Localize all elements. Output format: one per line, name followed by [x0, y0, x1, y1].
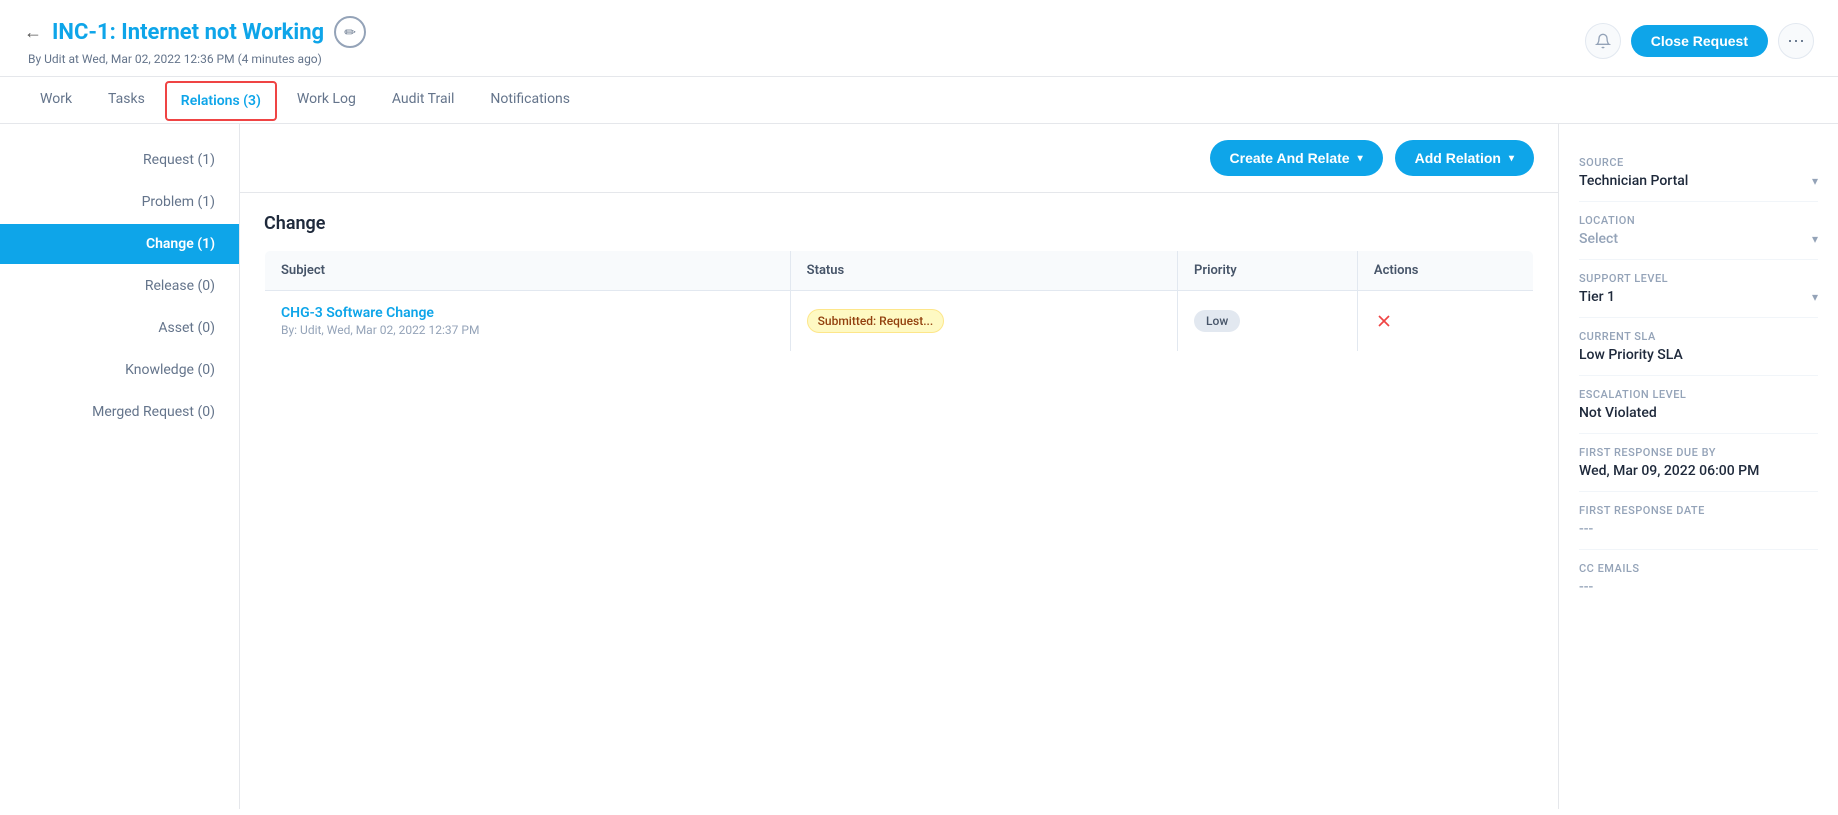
- field-current-sla: Current SLA Low Priority SLA: [1579, 318, 1818, 376]
- field-cc-emails-label: Cc Emails: [1579, 562, 1818, 575]
- tab-tasks[interactable]: Tasks: [92, 77, 161, 124]
- header-right: Close Request ⋯: [1585, 23, 1814, 59]
- close-request-button[interactable]: Close Request: [1631, 25, 1768, 57]
- field-first-response-date: First Response Date ---: [1579, 492, 1818, 550]
- tab-worklog[interactable]: Work Log: [281, 77, 372, 124]
- cell-actions: [1357, 291, 1533, 352]
- edit-icon: ✏: [344, 24, 356, 41]
- relation-type-change[interactable]: Change (1): [0, 224, 239, 264]
- subject-link[interactable]: CHG-3 Software Change: [281, 305, 774, 321]
- cell-subject: CHG-3 Software Change By: Udit, Wed, Mar…: [265, 291, 791, 352]
- field-escalation-level-value: Not Violated: [1579, 405, 1818, 421]
- field-source-select[interactable]: Technician Portal ▾: [1579, 173, 1818, 189]
- field-location-select[interactable]: Select ▾: [1579, 231, 1818, 247]
- field-source: Source Technician Portal ▾: [1579, 144, 1818, 202]
- status-badge: Submitted: Request...: [807, 309, 945, 333]
- create-and-relate-chevron-icon: ▾: [1358, 153, 1363, 164]
- edit-button[interactable]: ✏: [334, 16, 366, 48]
- field-support-level: Support Level Tier 1 ▾: [1579, 260, 1818, 318]
- source-chevron-icon: ▾: [1812, 174, 1818, 188]
- tabs-bar: Work Tasks Relations (3) Work Log Audit …: [0, 77, 1838, 124]
- support-level-chevron-icon: ▾: [1812, 290, 1818, 304]
- field-first-response-due: First Response Due By Wed, Mar 09, 2022 …: [1579, 434, 1818, 492]
- field-support-level-value: Tier 1: [1579, 289, 1615, 305]
- field-support-level-label: Support Level: [1579, 272, 1818, 285]
- unlink-button[interactable]: [1374, 311, 1394, 331]
- tab-notifications[interactable]: Notifications: [474, 77, 586, 124]
- col-priority: Priority: [1178, 251, 1358, 291]
- relation-type-problem[interactable]: Problem (1): [0, 182, 239, 222]
- relations-table: Subject Status Priority Actions CHG-3 So…: [264, 250, 1534, 352]
- table-row: CHG-3 Software Change By: Udit, Wed, Mar…: [265, 291, 1534, 352]
- field-location-label: Location: [1579, 214, 1818, 227]
- field-first-response-due-label: First Response Due By: [1579, 446, 1818, 459]
- add-relation-chevron-icon: ▾: [1509, 153, 1514, 164]
- section-title: Change: [264, 213, 1534, 234]
- subject-meta: By: Udit, Wed, Mar 02, 2022 12:37 PM: [281, 323, 774, 337]
- priority-badge: Low: [1194, 310, 1240, 332]
- add-relation-label: Add Relation: [1415, 150, 1501, 166]
- field-cc-emails-value: ---: [1579, 579, 1818, 595]
- col-subject: Subject: [265, 251, 791, 291]
- main-layout: Request (1) Problem (1) Change (1) Relea…: [0, 124, 1838, 809]
- relation-type-asset[interactable]: Asset (0): [0, 308, 239, 348]
- col-actions: Actions: [1357, 251, 1533, 291]
- add-relation-button[interactable]: Add Relation ▾: [1395, 140, 1534, 176]
- field-location-value: Select: [1579, 231, 1618, 247]
- col-status: Status: [790, 251, 1177, 291]
- field-support-level-select[interactable]: Tier 1 ▾: [1579, 289, 1818, 305]
- field-current-sla-label: Current SLA: [1579, 330, 1818, 343]
- cell-status: Submitted: Request...: [790, 291, 1177, 352]
- header-left: ← INC-1: Internet not Working ✏ By Udit …: [24, 16, 366, 66]
- unlink-icon: [1374, 311, 1394, 331]
- create-and-relate-label: Create And Relate: [1230, 150, 1350, 166]
- content-area: Create And Relate ▾ Add Relation ▾ Chang…: [240, 124, 1558, 809]
- back-button[interactable]: ←: [24, 22, 42, 43]
- content-toolbar: Create And Relate ▾ Add Relation ▾: [240, 124, 1558, 193]
- create-and-relate-button[interactable]: Create And Relate ▾: [1210, 140, 1383, 176]
- relation-type-release[interactable]: Release (0): [0, 266, 239, 306]
- relations-section: Change Subject Status Priority Actions C…: [240, 193, 1558, 372]
- tab-work[interactable]: Work: [24, 77, 88, 124]
- notification-button[interactable]: [1585, 23, 1621, 59]
- tab-audit[interactable]: Audit Trail: [376, 77, 471, 124]
- field-location: Location Select ▾: [1579, 202, 1818, 260]
- header: ← INC-1: Internet not Working ✏ By Udit …: [0, 0, 1838, 77]
- header-title: ← INC-1: Internet not Working ✏: [24, 16, 366, 48]
- field-source-label: Source: [1579, 156, 1818, 169]
- field-first-response-due-value: Wed, Mar 09, 2022 06:00 PM: [1579, 463, 1818, 479]
- relation-type-request[interactable]: Request (1): [0, 140, 239, 180]
- bell-icon: [1595, 33, 1611, 49]
- relation-sidebar: Request (1) Problem (1) Change (1) Relea…: [0, 124, 240, 809]
- field-escalation-level: Escalation Level Not Violated: [1579, 376, 1818, 434]
- relation-type-knowledge[interactable]: Knowledge (0): [0, 350, 239, 390]
- tab-relations[interactable]: Relations (3): [165, 81, 277, 121]
- header-meta: By Udit at Wed, Mar 02, 2022 12:36 PM (4…: [28, 52, 366, 66]
- field-first-response-date-label: First Response Date: [1579, 504, 1818, 517]
- field-first-response-date-value: ---: [1579, 521, 1818, 537]
- right-panel: Source Technician Portal ▾ Location Sele…: [1558, 124, 1838, 809]
- more-options-button[interactable]: ⋯: [1778, 23, 1814, 59]
- location-chevron-icon: ▾: [1812, 232, 1818, 246]
- more-icon: ⋯: [1787, 31, 1805, 52]
- field-escalation-level-label: Escalation Level: [1579, 388, 1818, 401]
- relation-type-merged[interactable]: Merged Request (0): [0, 392, 239, 432]
- field-source-value: Technician Portal: [1579, 173, 1688, 189]
- page-title: INC-1: Internet not Working: [52, 20, 324, 45]
- field-cc-emails: Cc Emails ---: [1579, 550, 1818, 607]
- field-current-sla-value: Low Priority SLA: [1579, 347, 1818, 363]
- cell-priority: Low: [1178, 291, 1358, 352]
